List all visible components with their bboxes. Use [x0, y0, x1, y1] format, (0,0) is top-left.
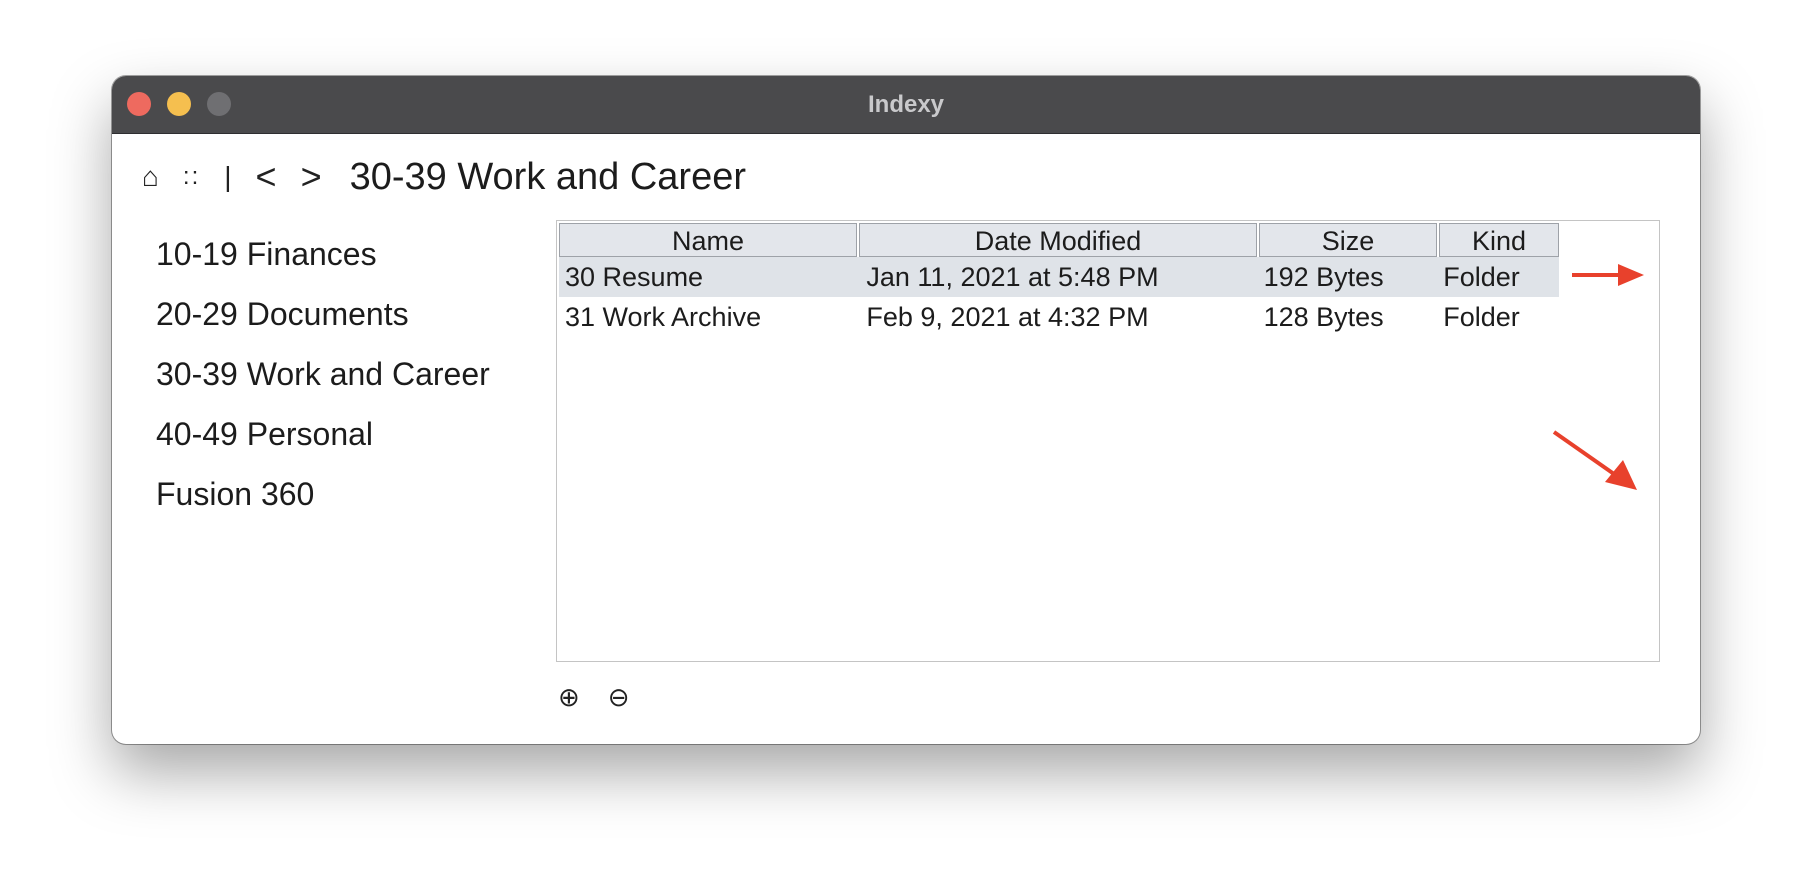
add-item-button[interactable]: ⊕ [558, 682, 580, 713]
cell-kind: Folder [1443, 262, 1520, 292]
app-window: Indexy ⌂ :: | < > 30-39 Work and Career … [112, 76, 1700, 744]
separator-icon: | [224, 161, 232, 192]
grid-view-icon[interactable]: :: [183, 163, 200, 191]
table-body: 30 Resume Jan 11, 2021 at 5:48 PM 192 By… [559, 257, 1559, 337]
cell-date-modified: Feb 9, 2021 at 4:32 PM [866, 302, 1149, 332]
toolbar: ⌂ :: | < > 30-39 Work and Career [142, 152, 746, 202]
window-title: Indexy [867, 91, 945, 118]
file-table[interactable]: Name Date Modified Size Kind 30 Resume J… [556, 220, 1660, 662]
sidebar-item-finances[interactable]: 10-19 Finances [156, 224, 556, 284]
annotation-arrow-right-icon [1572, 264, 1644, 286]
title-bar: Indexy [112, 76, 1700, 134]
table-row[interactable]: 31 Work Archive Feb 9, 2021 at 4:32 PM 1… [559, 297, 1559, 337]
cell-date-modified: Jan 11, 2021 at 5:48 PM [866, 262, 1159, 292]
cell-size: 128 Bytes [1263, 302, 1384, 332]
column-header-name[interactable]: Name [559, 223, 857, 257]
column-header-size[interactable]: Size [1259, 223, 1437, 257]
sidebar-item-personal[interactable]: 40-49 Personal [156, 404, 556, 464]
cell-name: 31 Work Archive [565, 302, 762, 332]
forward-arrow-icon[interactable]: > [301, 156, 322, 198]
cell-name: 30 Resume [565, 262, 704, 292]
table-header: Name Date Modified Size Kind [559, 223, 1561, 257]
sidebar-item-fusion-360[interactable]: Fusion 360 [156, 464, 556, 524]
sidebar-item-work-and-career[interactable]: 30-39 Work and Career [156, 344, 556, 404]
column-header-date-modified[interactable]: Date Modified [859, 223, 1257, 257]
current-path-title: 30-39 Work and Career [349, 155, 746, 198]
cell-size: 192 Bytes [1263, 262, 1384, 292]
table-row[interactable]: 30 Resume Jan 11, 2021 at 5:48 PM 192 By… [559, 257, 1559, 297]
back-arrow-icon[interactable]: < [256, 156, 277, 198]
annotation-arrow-diagonal-icon [1552, 430, 1637, 490]
footer-buttons: ⊕ ⊖ [558, 682, 658, 713]
cell-kind: Folder [1443, 302, 1520, 332]
sidebar-item-documents[interactable]: 20-29 Documents [156, 284, 556, 344]
column-header-kind[interactable]: Kind [1439, 223, 1559, 257]
remove-item-button[interactable]: ⊖ [608, 682, 630, 713]
sidebar: 10-19 Finances 20-29 Documents 30-39 Wor… [156, 224, 556, 524]
home-icon[interactable]: ⌂ [142, 161, 159, 193]
